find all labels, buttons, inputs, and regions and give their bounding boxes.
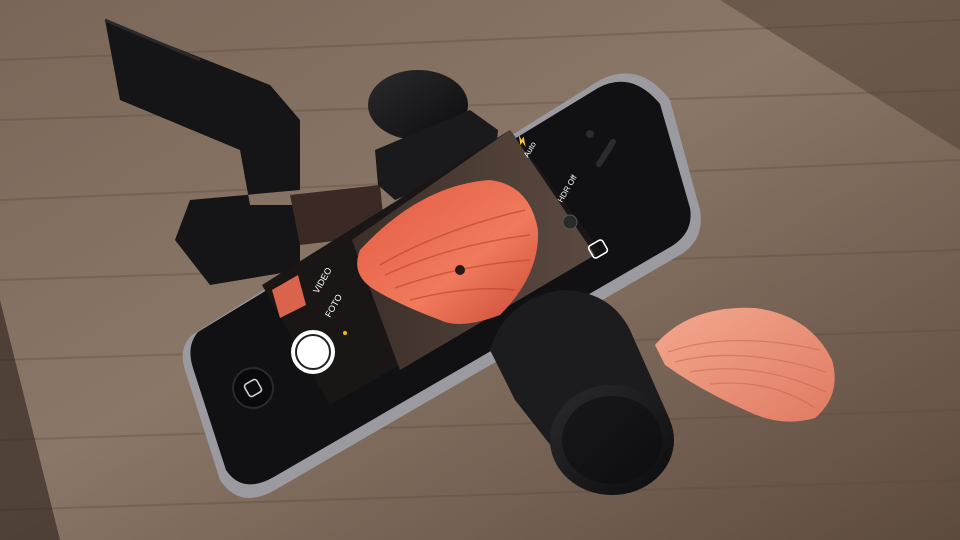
home-button[interactable] xyxy=(232,367,274,409)
focus-dot xyxy=(562,214,578,230)
shutter-button[interactable] xyxy=(291,330,335,374)
photo-scene: VIDEO FOTO ⚡ Auto HDR Off xyxy=(0,0,960,540)
front-camera-icon xyxy=(586,130,594,138)
scene-illustration: VIDEO FOTO ⚡ Auto HDR Off xyxy=(0,0,960,540)
mode-indicator-dot xyxy=(343,331,347,335)
